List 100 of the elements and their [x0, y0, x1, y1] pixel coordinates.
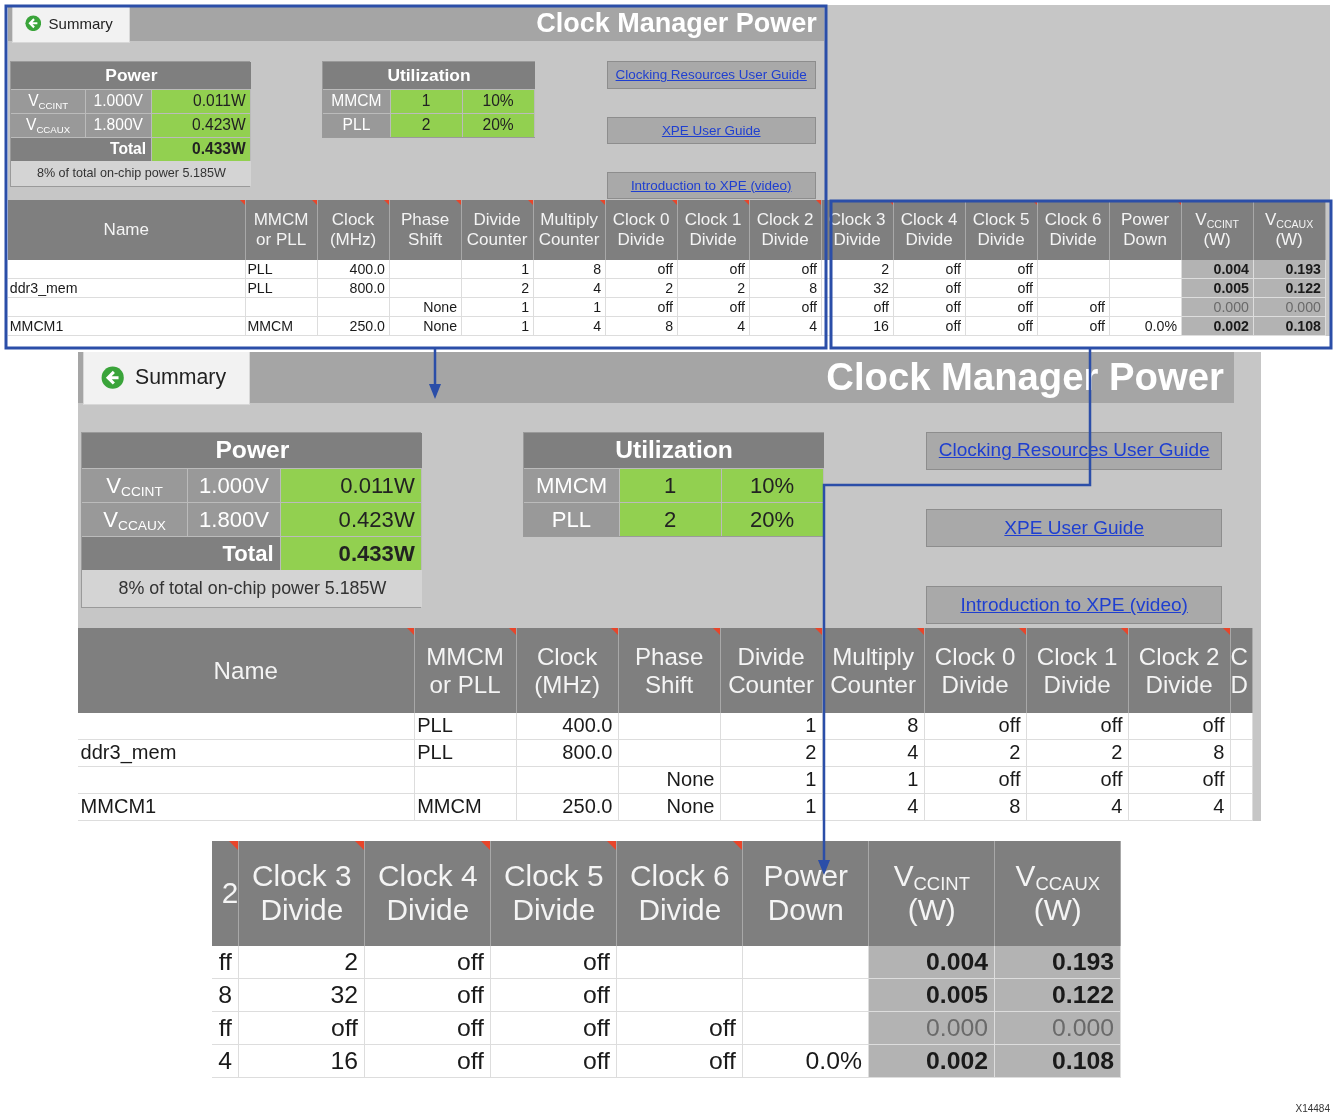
- table-cell: 0.0%: [743, 1045, 870, 1079]
- rail-label: V$_{CCAUX}$: [11, 112, 86, 137]
- total-label: Total: [11, 136, 152, 161]
- table-cell: off: [924, 713, 1027, 740]
- power-cell: 0.004: [869, 945, 996, 979]
- column-header: Clock 1 Divide: [677, 200, 750, 260]
- guide-link[interactable]: Clocking Resources User Guide: [606, 61, 816, 89]
- table-cell: off: [1128, 766, 1231, 794]
- table-cell: 4: [1026, 793, 1129, 821]
- power-cell: 0.005: [869, 978, 996, 1012]
- total-cell: 0.433W: [281, 536, 423, 571]
- table-cell: 1: [720, 793, 823, 821]
- power-cell: 0.108: [995, 1045, 1122, 1079]
- column-header: Multiply Counter: [533, 200, 606, 260]
- table-cell: off: [617, 1011, 744, 1045]
- column-header: Divide Counter: [461, 200, 534, 260]
- column-header: Divide Counter: [720, 628, 823, 714]
- table-cell: 250.0: [516, 793, 619, 821]
- power-cell: 0.122: [995, 978, 1122, 1012]
- column-header: Power Down: [1109, 200, 1182, 260]
- column-header: Clock 1 Divide: [1026, 628, 1129, 714]
- column-header: Clock (MHz): [317, 200, 390, 260]
- guide-link[interactable]: XPE User Guide: [926, 508, 1223, 548]
- guide-link[interactable]: Introduction to XPE (video): [606, 171, 816, 200]
- column-header: V$_{CCAUX}$ (W): [1253, 200, 1326, 260]
- column-header: Phase Shift: [389, 200, 462, 260]
- table-cell: [1230, 713, 1253, 740]
- watts-cell: 0.011W: [151, 88, 252, 113]
- resource-label: MMCM: [323, 88, 391, 113]
- table-cell: 1: [720, 713, 823, 740]
- table-cell: off: [924, 766, 1027, 794]
- watts-cell: 0.011W: [281, 468, 423, 503]
- callout-arrow: [429, 349, 441, 399]
- resource-label: PLL: [323, 112, 391, 137]
- table-cell: PLL: [414, 739, 517, 767]
- table-cell: 8: [822, 713, 925, 740]
- column-header: 2: [212, 840, 240, 946]
- power-cell: 0.002: [869, 1045, 996, 1079]
- table-cell: 16: [239, 1045, 366, 1079]
- resource-label: PLL: [524, 502, 620, 537]
- table-cell: 800.0: [516, 739, 619, 767]
- table-cell: 2: [924, 739, 1027, 767]
- voltage-cell: 1.000V: [187, 468, 282, 503]
- column-header: Clock 4 Divide: [893, 200, 966, 260]
- column-header: Name: [8, 200, 246, 260]
- column-header: Clock (MHz): [516, 628, 619, 714]
- figure-id: X14484: [1295, 1103, 1330, 1114]
- column-header: Clock 4 Divide: [365, 840, 492, 946]
- rail-label: V$_{CCINT}$: [82, 468, 188, 503]
- column-header: Clock 3 Divide: [239, 840, 366, 946]
- power-cell: 0.000: [869, 1011, 996, 1045]
- table-cell: off: [365, 978, 492, 1012]
- table-cell: off: [491, 1045, 618, 1079]
- column-header: V$_{CCAUX}$ (W): [995, 840, 1122, 946]
- power-cell: 0.000: [995, 1011, 1122, 1045]
- table-cell: off: [491, 1011, 618, 1045]
- guide-link[interactable]: Introduction to XPE (video): [926, 586, 1223, 625]
- power-cell: 0.004: [1181, 260, 1254, 279]
- table-cell: 400.0: [317, 260, 390, 279]
- table-cell: PLL: [414, 713, 517, 740]
- column-header: C D: [1230, 628, 1253, 714]
- voltage-cell: 1.800V: [187, 502, 282, 537]
- table-cell: off: [365, 945, 492, 979]
- column-header: Clock 0 Divide: [605, 200, 678, 260]
- table-cell: off: [965, 260, 1038, 279]
- table-cell: off: [239, 1011, 366, 1045]
- table-cell: ff: [212, 1011, 240, 1045]
- table-cell: 1: [461, 260, 534, 279]
- column-header: Phase Shift: [618, 628, 721, 714]
- table-cell: off: [893, 260, 966, 279]
- percent-cell: 10%: [721, 468, 824, 503]
- summary-button[interactable]: Summary: [83, 351, 251, 405]
- panel-heading: Utilization: [524, 432, 824, 469]
- column-header: Clock 6 Divide: [1037, 200, 1110, 260]
- sheet-title: Clock Manager Power: [536, 7, 817, 39]
- column-header: MMCM or PLL: [414, 628, 517, 714]
- table-cell: off: [1026, 766, 1129, 794]
- table-cell: 1: [720, 766, 823, 794]
- column-header: Clock 2 Divide: [1128, 628, 1231, 714]
- table-cell: 8: [1128, 739, 1231, 767]
- table-cell: ddr3_mem: [78, 739, 415, 767]
- guide-link[interactable]: XPE User Guide: [606, 116, 816, 145]
- panel-heading: Power: [82, 432, 423, 469]
- column-header: Clock 6 Divide: [617, 840, 744, 946]
- total-cell: 0.433W: [151, 136, 252, 161]
- table-cell: None: [618, 766, 721, 794]
- table-cell: 4: [212, 1045, 240, 1079]
- panel-heading: Utilization: [323, 62, 535, 89]
- table-cell: ff: [212, 945, 240, 979]
- column-header: V$_{CCINT}$ (W): [1181, 200, 1254, 260]
- power-cell: 0.193: [1253, 260, 1326, 279]
- table-cell: 8: [924, 793, 1027, 821]
- rail-label: V$_{CCAUX}$: [82, 502, 188, 537]
- power-cell: 0.193: [995, 945, 1122, 979]
- power-note: 8% of total on-chip power 5.185W: [11, 160, 252, 186]
- column-header: Clock 5 Divide: [491, 840, 618, 946]
- watts-cell: 0.423W: [281, 502, 423, 537]
- table-cell: 8: [533, 260, 606, 279]
- power-note: 8% of total on-chip power 5.185W: [82, 570, 423, 608]
- table-cell: 2: [720, 739, 823, 767]
